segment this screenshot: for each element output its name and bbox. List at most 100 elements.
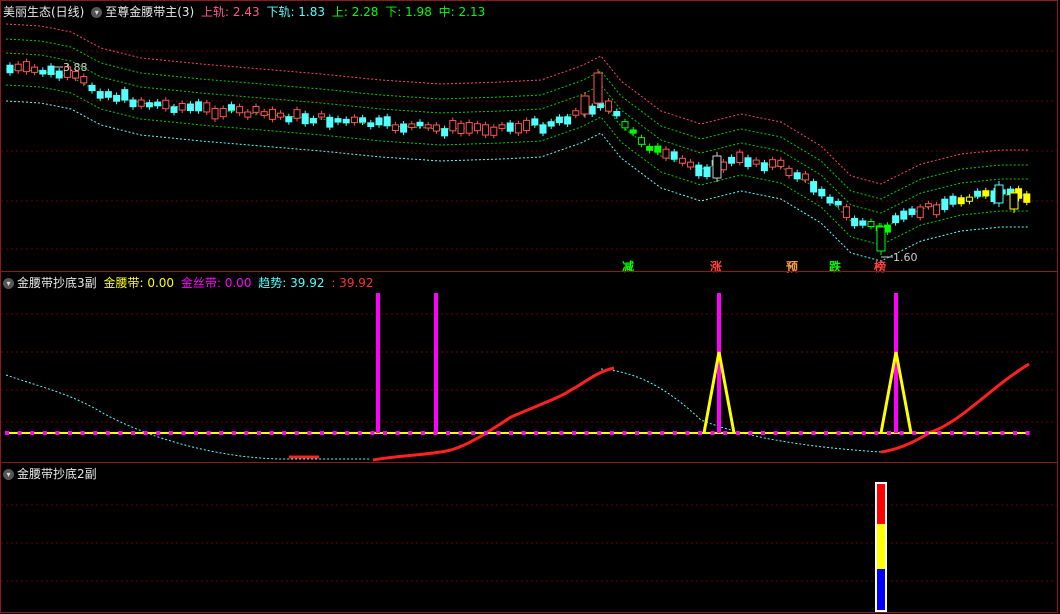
candle	[941, 196, 949, 213]
candle	[851, 215, 859, 229]
silk-belt-dot	[357, 431, 362, 435]
candle	[588, 103, 596, 118]
silk-belt-dot	[194, 431, 198, 435]
candle	[654, 143, 662, 156]
silk-belt-dot	[244, 431, 249, 435]
silk-belt-dot	[874, 431, 879, 435]
candle	[646, 143, 654, 154]
silk-belt-dot	[231, 431, 236, 435]
candle	[490, 124, 498, 139]
candle	[842, 203, 850, 221]
candle	[441, 125, 449, 139]
candle	[785, 165, 793, 179]
trend-red-line	[289, 362, 1030, 462]
candle	[309, 115, 317, 126]
candle	[572, 107, 580, 119]
candle	[531, 115, 539, 128]
candle	[678, 155, 686, 167]
silk-belt-dot	[1000, 431, 1005, 435]
silk-belt-dot	[1025, 431, 1030, 435]
price-chart-canvas[interactable]: 3.88 1.60	[1, 1, 1059, 273]
candle	[170, 103, 178, 116]
silk-belt-dot	[55, 431, 60, 435]
silk-belt-dot	[118, 431, 123, 435]
silk-belt-dot	[471, 431, 476, 435]
candle	[6, 62, 14, 76]
silk-belt-dot	[496, 431, 501, 435]
silk-belt-dot	[786, 431, 791, 435]
candle	[367, 119, 375, 130]
candle	[580, 92, 590, 118]
candle	[14, 61, 22, 74]
silk-belt-dot	[761, 431, 765, 435]
silk-belt-dot	[950, 431, 954, 435]
candle	[285, 113, 293, 125]
candle	[514, 120, 522, 136]
bottom-signal-bar	[875, 482, 887, 612]
candle	[162, 97, 170, 112]
silk-belt-dot	[849, 431, 854, 435]
candle	[203, 99, 211, 115]
band-line	[5, 68, 1029, 230]
candle	[523, 117, 531, 134]
sub-chart-1-panel[interactable]: ▾ 金腰带抄底3副 金腰带: 0.00 金丝带: 0.00 趋势: 39.92 :…	[0, 271, 1059, 464]
sub-chart-1-canvas[interactable]	[1, 272, 1059, 464]
candle	[637, 134, 645, 148]
sub-chart-2-canvas[interactable]	[1, 463, 1059, 614]
silk-belt-dot	[698, 431, 702, 435]
silk-belt-dot	[836, 431, 841, 435]
silk-belt-dot	[332, 431, 337, 435]
candle	[703, 164, 711, 180]
candle	[621, 118, 629, 131]
candle	[859, 217, 867, 229]
silk-belt-dot	[773, 431, 778, 435]
candle	[268, 106, 276, 123]
candle	[104, 88, 112, 101]
silk-belt-dot	[622, 431, 627, 435]
silk-belt-dot	[572, 431, 576, 435]
candle	[186, 100, 194, 114]
silk-belt-peaks	[702, 351, 913, 434]
sub-chart-2-panel[interactable]: ▾ 金腰带抄底2副	[0, 462, 1059, 614]
candle	[695, 162, 703, 179]
candle	[876, 223, 886, 255]
candle	[400, 120, 408, 136]
candle	[994, 181, 1004, 207]
candle	[1023, 190, 1031, 206]
candle	[219, 105, 227, 120]
candle	[900, 208, 908, 223]
candle	[687, 159, 695, 171]
silk-belt-dot	[521, 431, 526, 435]
silk-belt-dot	[962, 431, 967, 435]
candle	[80, 73, 88, 86]
silk-belt-dot	[206, 431, 211, 435]
candle	[383, 113, 391, 129]
silk-belt-dot	[345, 431, 350, 435]
silk-belt-dot	[42, 431, 47, 435]
silk-belt-dot	[105, 431, 110, 435]
candle	[593, 69, 603, 107]
candle	[260, 108, 268, 119]
candle	[1009, 189, 1019, 213]
candle	[744, 154, 752, 170]
candle	[449, 117, 457, 134]
candle	[334, 115, 342, 126]
candle	[908, 205, 916, 218]
silk-belt-dot	[131, 431, 135, 435]
silk-belt-dot	[30, 431, 35, 435]
silk-belt-dot	[798, 431, 803, 435]
silk-belt-dot	[609, 431, 614, 435]
candle	[236, 103, 244, 116]
svg-text:1.60: 1.60	[893, 251, 918, 264]
candle	[244, 108, 252, 121]
silk-belt-dot	[68, 431, 72, 435]
svg-text:3.88: 3.88	[63, 61, 88, 74]
silk-belt-dot	[912, 431, 917, 435]
candle	[810, 178, 818, 195]
candle	[777, 157, 785, 170]
silk-belt-dot	[395, 431, 400, 435]
silk-belt-dot	[294, 431, 299, 435]
silk-belt-dot	[975, 431, 980, 435]
silk-belt-dot	[446, 431, 450, 435]
main-chart-panel[interactable]: 美丽生态(日线) ▾ 至尊金腰带主(3) 上轨: 2.43 下轨: 1.83 上:…	[0, 0, 1059, 274]
